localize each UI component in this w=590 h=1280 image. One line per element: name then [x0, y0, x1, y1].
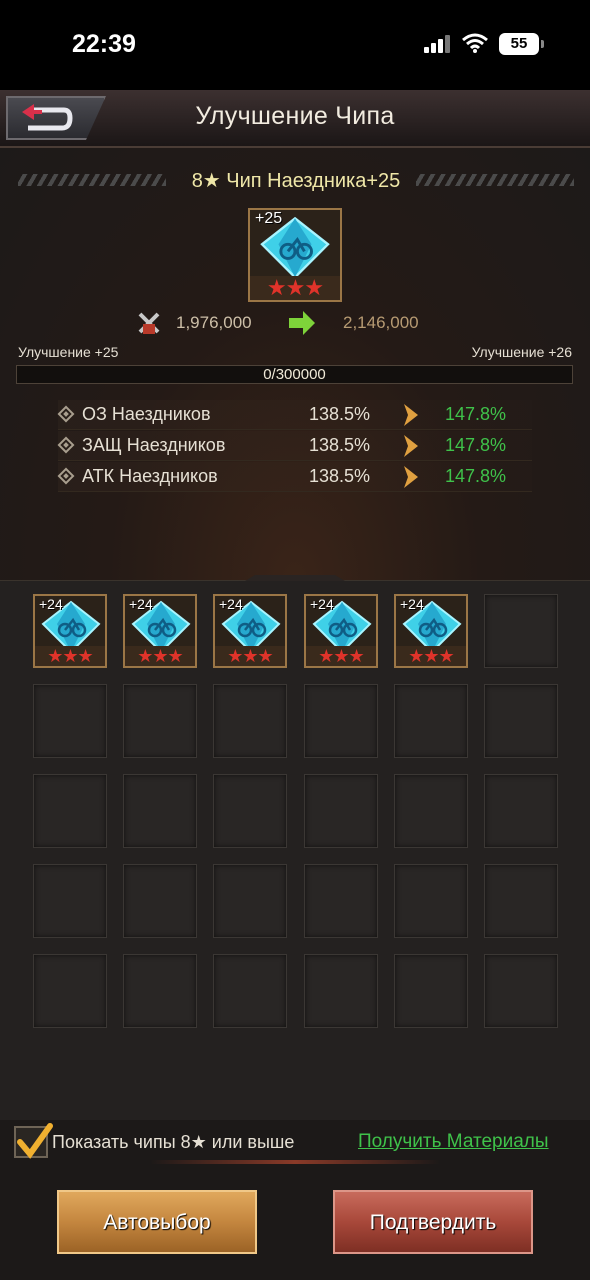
arrow-right-icon — [289, 311, 315, 335]
show-8star-checkbox[interactable] — [14, 1123, 53, 1159]
decorative-divider — [150, 1160, 440, 1164]
chip-level: +24 — [39, 596, 63, 612]
empty-chip-slot[interactable] — [123, 774, 197, 848]
material-chip-slot[interactable]: ★★★ +24 — [213, 594, 287, 668]
level-next-label: Улучшение +26 — [471, 344, 572, 360]
get-materials-link[interactable]: Получить Материалы — [358, 1131, 549, 1153]
empty-chip-slot[interactable] — [394, 774, 468, 848]
chip-subtitle: 8★ Чип Наездника+25 — [191, 170, 401, 192]
empty-chip-slot[interactable] — [304, 954, 378, 1028]
chip-stars: ★★★ — [125, 646, 195, 666]
chip-level: +24 — [129, 596, 153, 612]
battery-indicator: 55 — [499, 33, 544, 55]
wifi-icon — [462, 33, 488, 53]
material-chip-slot[interactable]: ★★★ +24 — [123, 594, 197, 668]
material-chip-slot[interactable]: ★★★ +24 — [304, 594, 378, 668]
stat-next: 147.8% — [445, 466, 507, 486]
chevron-right-icon — [404, 435, 418, 457]
stat-row: ОЗ Наездников 138.5% 147.8% — [57, 400, 532, 430]
chip-subtitle-row: 8★ Чип Наездника+25 — [18, 170, 574, 192]
header-bar: Улучшение Чипа — [0, 90, 590, 148]
power-next: 2,146,000 — [343, 313, 419, 332]
chip-level: +24 — [219, 596, 243, 612]
empty-chip-slot[interactable] — [33, 684, 107, 758]
stat-next: 147.8% — [445, 404, 507, 424]
stat-row: АТК Наездников 138.5% 147.8% — [57, 462, 532, 492]
status-time: 22:39 — [72, 30, 136, 58]
empty-chip-slot[interactable] — [123, 864, 197, 938]
stat-next: 147.8% — [445, 435, 507, 455]
material-chip-grid: ★★★ +24 ★★★ +24 ★★★ +24 ★★★ +24 ★★★ +24 — [0, 575, 590, 1176]
stat-name: ОЗ Наездников — [82, 404, 211, 424]
checkmark-icon — [17, 1123, 53, 1159]
chip-stars: ★★★ — [35, 646, 105, 666]
panel-notch — [245, 575, 345, 581]
chip-upgrade-panel: 8★ Чип Наездника+25 ★★★ +25 1,976,000 2,… — [0, 148, 590, 580]
chip-stars: ★★★ — [306, 646, 376, 666]
empty-chip-slot[interactable] — [33, 864, 107, 938]
bottom-controls: Показать чипы 8★ или выше Получить Матер… — [0, 1120, 590, 1280]
chip-level: +24 — [400, 596, 424, 612]
stat-current: 138.5% — [309, 466, 371, 486]
chip-stars: ★★★ — [215, 646, 285, 666]
cellular-signal-icon — [424, 35, 450, 53]
chip-stars: ★★★ — [396, 646, 466, 666]
power-current: 1,976,000 — [176, 313, 252, 332]
power-row: 1,976,000 2,146,000 — [0, 308, 590, 338]
empty-chip-slot[interactable] — [394, 684, 468, 758]
chip-level: +24 — [310, 596, 334, 612]
diamond-bullet-icon — [57, 436, 75, 454]
empty-chip-slot[interactable] — [484, 954, 558, 1028]
progress-text: 0/300000 — [263, 366, 326, 383]
selected-chip[interactable]: ★★★ +25 — [248, 208, 342, 302]
diamond-bullet-icon — [57, 467, 75, 485]
empty-chip-slot[interactable] — [304, 864, 378, 938]
chip-level: +25 — [255, 210, 283, 227]
stat-name: АТК Наездников — [82, 466, 218, 486]
material-chip-slot[interactable]: ★★★ +24 — [33, 594, 107, 668]
level-current-label: Улучшение +25 — [18, 344, 119, 360]
diamond-bullet-icon — [57, 405, 75, 423]
chip-stars: ★★★ — [250, 276, 340, 300]
stat-current: 138.5% — [309, 404, 371, 424]
empty-chip-slot[interactable] — [484, 864, 558, 938]
empty-chip-slot[interactable] — [304, 774, 378, 848]
empty-chip-slot[interactable] — [394, 864, 468, 938]
empty-chip-slot[interactable] — [213, 954, 287, 1028]
empty-chip-slot[interactable] — [33, 954, 107, 1028]
empty-chip-slot[interactable] — [213, 864, 287, 938]
empty-chip-slot[interactable] — [123, 684, 197, 758]
stat-current: 138.5% — [309, 435, 371, 455]
auto-select-button[interactable]: Автовыбор — [57, 1190, 257, 1254]
chevron-right-icon — [404, 466, 418, 488]
empty-chip-slot[interactable] — [213, 684, 287, 758]
status-bar: 22:39 55 — [0, 0, 590, 90]
empty-chip-slot[interactable] — [484, 684, 558, 758]
page-title: Улучшение Чипа — [195, 102, 395, 130]
confirm-button[interactable]: Подтвердить — [333, 1190, 533, 1254]
empty-chip-slot[interactable] — [394, 954, 468, 1028]
empty-chip-slot[interactable] — [213, 774, 287, 848]
empty-chip-slot[interactable] — [33, 774, 107, 848]
power-icon — [138, 312, 160, 334]
empty-chip-slot[interactable] — [484, 594, 558, 668]
empty-chip-slot[interactable] — [123, 954, 197, 1028]
material-chip-slot[interactable]: ★★★ +24 — [394, 594, 468, 668]
show-8star-label: Показать чипы 8★ или выше — [52, 1132, 295, 1152]
stat-row: ЗАЩ Наездников 138.5% 147.8% — [57, 431, 532, 461]
chevron-right-icon — [404, 404, 418, 426]
stat-name: ЗАЩ Наездников — [82, 435, 226, 455]
upgrade-progress-bar: 0/300000 — [16, 365, 573, 384]
empty-chip-slot[interactable] — [304, 684, 378, 758]
empty-chip-slot[interactable] — [484, 774, 558, 848]
